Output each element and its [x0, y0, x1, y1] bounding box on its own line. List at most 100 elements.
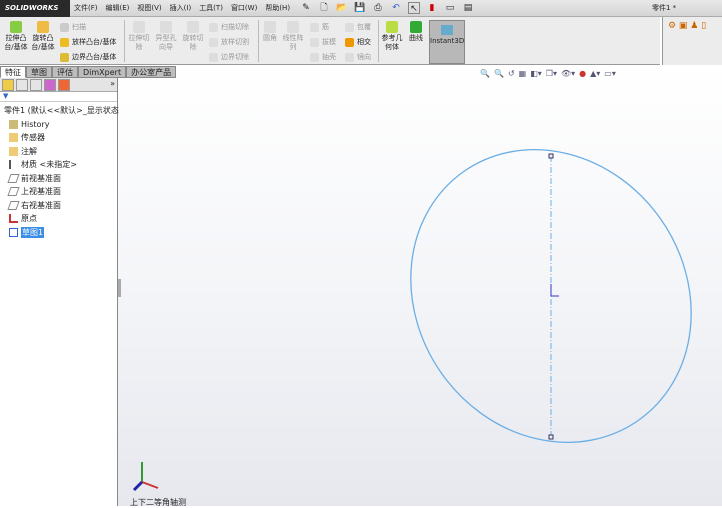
loft-cut-button[interactable]: 放样切割 — [209, 35, 249, 50]
menu-view[interactable]: 视图(V) — [137, 0, 161, 17]
tree-item-history[interactable]: History — [0, 118, 117, 132]
wrap-icon — [345, 23, 354, 32]
section-view-icon[interactable]: ▦ — [519, 69, 527, 78]
reference-geometry-button[interactable]: 参考几何体 — [380, 19, 404, 52]
view-orientation-icon[interactable]: ◧▾ — [530, 69, 542, 78]
linear-pattern-button[interactable]: 线性阵列 — [282, 19, 304, 52]
wrap-button[interactable]: 包覆 — [345, 20, 371, 35]
appearance-icon[interactable]: ● — [579, 69, 586, 78]
heads-up-view-toolbar: 🔍 🔍 ↺ ▦ ◧▾ ❒▾ 👁▾ ● ▲▾ ▭▾ — [480, 69, 616, 78]
open-icon[interactable]: 📂 — [336, 2, 348, 14]
view-settings-icon[interactable]: ▭▾ — [604, 69, 616, 78]
filter-icon[interactable]: ▼ — [0, 92, 117, 102]
tab-sketch[interactable]: 草图 — [26, 66, 52, 78]
sweep-cut-button[interactable]: 扫描切除 — [209, 20, 249, 35]
reference-geometry-icon — [386, 21, 398, 33]
plane-icon — [7, 187, 20, 197]
revolve-boss-button[interactable]: 旋转凸台/基体 — [30, 19, 56, 52]
select-icon[interactable]: ↖ — [408, 2, 420, 14]
tree-item-right-plane[interactable]: 右视基准面 — [0, 199, 117, 213]
menu-help[interactable]: 帮助(H) — [265, 0, 290, 17]
menu-tools[interactable]: 工具(T) — [199, 0, 223, 17]
extrude-boss-button[interactable]: 拉伸凸台/基体 — [3, 19, 29, 52]
configuration-manager-tab-icon[interactable] — [30, 79, 42, 91]
endpoint-bottom[interactable] — [548, 434, 554, 440]
tree-item-origin[interactable]: 原点 — [0, 212, 117, 226]
boundary-icon — [60, 53, 69, 62]
tree-item-annotations[interactable]: 注解 — [0, 145, 117, 159]
tab-office-products[interactable]: 办公室产品 — [126, 66, 177, 78]
command-manager: 拉伸凸台/基体 旋转凸台/基体 扫描 放样凸台/基体 边界凸台/基体 拉伸切除 … — [0, 17, 660, 65]
shell-button[interactable]: 抽壳 — [310, 50, 336, 65]
revolve-cut-button[interactable]: 旋转切除 — [181, 19, 205, 52]
menu-window[interactable]: 窗口(W) — [231, 0, 257, 17]
mirror-button[interactable]: 镜向 — [345, 50, 371, 65]
boundary-cut-icon — [209, 53, 218, 62]
tree-item-sketch1[interactable]: 草图1 — [0, 226, 117, 240]
tab-features[interactable]: 特征 — [0, 66, 26, 78]
previous-view-icon[interactable]: ↺ — [508, 69, 515, 78]
file-properties-icon[interactable]: ▭ — [444, 2, 456, 14]
expand-icon[interactable]: » — [110, 79, 115, 90]
feature-manager-tab-icon[interactable] — [2, 79, 14, 91]
tree-item-front-plane[interactable]: 前视基准面 — [0, 172, 117, 186]
hole-wizard-button[interactable]: 异型孔向导 — [154, 19, 178, 52]
toolbar-icons[interactable]: ⚙ ▣ ♟ ▯ — [668, 21, 706, 31]
secondary-toolbar: ⚙ ▣ ♟ ▯ — [662, 17, 722, 65]
boundary-cut-button[interactable]: 边界切除 — [209, 50, 249, 65]
loft-button[interactable]: 放样凸台/基体 — [60, 35, 116, 50]
tab-dimxpert[interactable]: DimXpert — [78, 66, 127, 78]
menu-edit[interactable]: 编辑(E) — [106, 0, 130, 17]
instant3d-button[interactable]: Instant3D — [429, 20, 465, 64]
curves-button[interactable]: 曲线 — [406, 19, 426, 43]
print-icon[interactable]: ⎙ — [372, 2, 384, 14]
tree-item-sensors[interactable]: 传感器 — [0, 131, 117, 145]
boundary-boss-button[interactable]: 边界凸台/基体 — [60, 50, 116, 65]
undo-icon[interactable]: ↶ — [390, 2, 402, 14]
display-style-icon[interactable]: ❒▾ — [546, 69, 557, 78]
panel-splitter[interactable] — [118, 279, 121, 297]
material-icon — [9, 160, 18, 170]
display-manager-tab-icon[interactable] — [58, 79, 70, 91]
tree-root[interactable]: 零件1 (默认<<默认>_显示状态 — [0, 104, 119, 118]
graphics-area[interactable] — [118, 67, 722, 506]
rebuild-icon[interactable]: ▮ — [426, 2, 438, 14]
menu-bar: SOLIDWORKS 文件(F) 编辑(E) 视图(V) 插入(I) 工具(T)… — [0, 0, 722, 17]
extrude-cut-button[interactable]: 拉伸切除 — [127, 19, 151, 52]
property-manager-tab-icon[interactable] — [16, 79, 28, 91]
fillet-icon — [264, 21, 276, 33]
scene-icon[interactable]: ▲▾ — [590, 69, 600, 78]
tab-evaluate[interactable]: 评估 — [52, 66, 78, 78]
origin-icon — [550, 284, 559, 297]
origin-tree-icon — [9, 214, 18, 224]
sensors-icon — [9, 133, 18, 143]
menu-file[interactable]: 文件(F) — [74, 0, 98, 17]
pin-icon[interactable]: ✎ — [300, 2, 312, 14]
intersect-button[interactable]: 相交 — [345, 35, 371, 50]
options-icon[interactable]: ▤ — [462, 2, 474, 14]
zoom-to-fit-icon[interactable]: 🔍 — [480, 69, 490, 78]
dimxpert-manager-tab-icon[interactable] — [44, 79, 56, 91]
document-title: 零件1 * — [652, 4, 677, 12]
zoom-area-icon[interactable]: 🔍 — [494, 69, 504, 78]
loft-icon — [60, 38, 69, 47]
new-icon[interactable]: 🗋 — [318, 2, 330, 14]
plane-icon — [7, 200, 20, 210]
draft-button[interactable]: 拔模 — [310, 35, 336, 50]
tree-item-top-plane[interactable]: 上视基准面 — [0, 185, 117, 199]
save-icon[interactable]: 💾 — [354, 2, 366, 14]
instant3d-icon — [441, 25, 453, 35]
sweep-button[interactable]: 扫描 — [60, 20, 86, 35]
rib-button[interactable]: 筋 — [310, 20, 329, 35]
tree-item-material[interactable]: 材质 <未指定> — [0, 158, 117, 172]
intersect-icon — [345, 38, 354, 47]
plane-icon — [7, 173, 20, 183]
fillet-button[interactable]: 圆角 — [260, 19, 280, 43]
menu-insert[interactable]: 插入(I) — [170, 0, 192, 17]
feature-tree: 零件1 (默认<<默认>_显示状态 History 传感器 注解 材质 <未指定… — [0, 102, 119, 240]
sketch-canvas — [118, 95, 722, 498]
endpoint-top[interactable] — [548, 153, 554, 159]
sketch-ellipse[interactable] — [354, 95, 722, 498]
mirror-icon — [345, 53, 354, 62]
hide-show-icon[interactable]: 👁▾ — [561, 69, 575, 78]
